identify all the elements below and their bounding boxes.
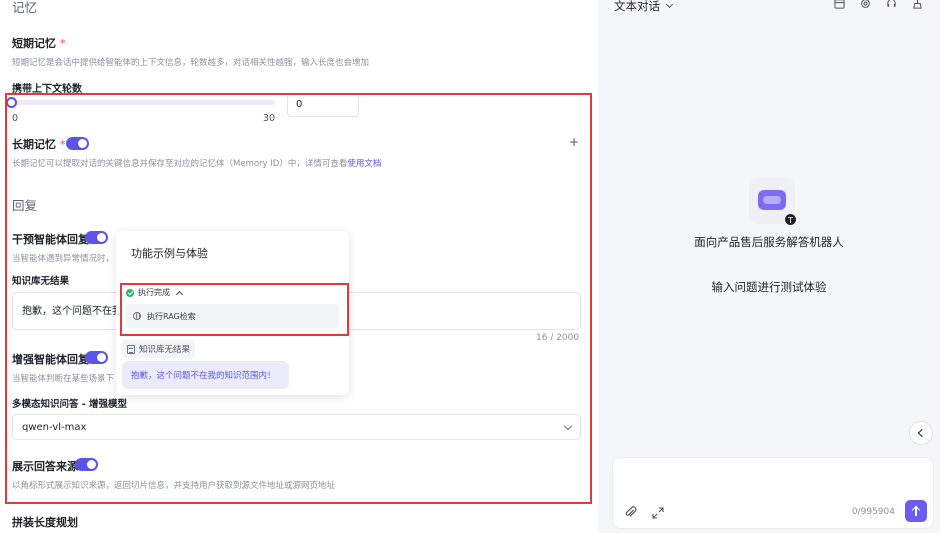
reply-bubble: 抱歉，这个问题不在我的知识范围内！ xyxy=(122,361,289,389)
multimodal-model-value: qwen-vl-max xyxy=(22,422,87,433)
chevron-up-icon xyxy=(175,290,184,298)
context-rounds-label: 携带上下文轮数 xyxy=(12,84,82,95)
broom-icon[interactable] xyxy=(912,0,923,9)
enhance-reply-label: 增强智能体回复 xyxy=(12,353,89,366)
check-circle-icon xyxy=(126,288,134,297)
bot-name: 面向产品售后服务解答机器人 xyxy=(694,235,844,249)
short-term-memory-label-text: 短期记忆 xyxy=(12,37,56,50)
slider-max-label: 30 xyxy=(263,113,276,124)
splice-length-label: 拼装长度规划 xyxy=(12,516,78,529)
short-term-memory-hint: 短期记忆是会话中提供给智能体的上下文信息，轮数越多，对话相关性越强，输入长度也会… xyxy=(12,58,370,68)
multimodal-model-select[interactable]: qwen-vl-max xyxy=(12,414,581,440)
memory-section-title: 记忆 xyxy=(12,0,38,15)
expand-icon[interactable] xyxy=(652,507,664,519)
gear-icon[interactable] xyxy=(860,0,871,9)
kb-no-result-tag: 知识库无结果 xyxy=(122,340,196,358)
long-term-memory-label-text: 长期记忆 xyxy=(12,138,56,151)
intervene-reply-label: 干预智能体回复 xyxy=(12,233,89,246)
chat-preview-panel: 文本对话 T 面向产品售后服务解答机器人 输入问题进行测试体验 0/995904 xyxy=(598,0,940,533)
chat-input[interactable]: 0/995904 xyxy=(612,457,934,529)
chat-mode-label: 文本对话 xyxy=(614,0,660,13)
intervene-reply-hint: 当智能体遇到异常情况时， xyxy=(12,254,115,264)
required-mark: * xyxy=(60,138,66,151)
long-term-memory-toggle[interactable] xyxy=(66,137,89,150)
feature-example-popup: 功能示例与体验 执行完成 执行RAG检索 知识库无结果 抱歉，这个问题不在我的知… xyxy=(116,231,349,395)
reply-section-title: 回复 xyxy=(12,198,38,213)
context-rounds-slider-track[interactable] xyxy=(12,100,275,105)
execution-status[interactable]: 执行完成 xyxy=(126,287,184,298)
chevron-down-icon xyxy=(665,0,674,9)
calendar-icon[interactable] xyxy=(834,0,845,9)
short-term-memory-label: 短期记忆 * xyxy=(12,35,66,51)
add-memory-button[interactable]: + xyxy=(569,135,579,149)
bot-avatar: T xyxy=(749,178,797,226)
kb-no-result-counter: 16 / 2000 xyxy=(536,333,580,343)
avatar-badge: T xyxy=(784,213,797,226)
long-term-memory-hint-text: 长期记忆可以提取对话的关键信息并保存至对应的记忆体（Memory ID）中，详情… xyxy=(12,159,348,169)
show-source-hint: 以角标形式展示知识来源，返回切片信息，并支持用户获取到源文件地址或源网页地址 xyxy=(12,481,336,491)
show-source-toggle[interactable] xyxy=(75,458,98,471)
show-source-label: 展示回答来源 xyxy=(12,460,78,473)
paperclip-icon[interactable] xyxy=(624,506,637,519)
multimodal-model-label: 多模态知识问答 - 增强模型 xyxy=(12,399,128,410)
slider-min-label: 0 xyxy=(12,113,19,124)
long-term-memory-label: 长期记忆 * xyxy=(12,136,66,152)
headset-icon[interactable] xyxy=(886,0,897,9)
globe-icon xyxy=(133,312,141,320)
document-icon xyxy=(127,344,135,354)
collapse-panel-button[interactable] xyxy=(909,421,933,445)
long-term-memory-hint: 长期记忆可以提取对话的关键信息并保存至对应的记忆体（Memory ID）中，详情… xyxy=(12,157,381,169)
chevron-left-icon xyxy=(917,428,927,438)
send-button[interactable] xyxy=(905,500,927,522)
agent-config-panel: 记忆 短期记忆 * 短期记忆是会话中提供给智能体的上下文信息，轮数越多，对话相关性… xyxy=(0,0,598,533)
kb-no-result-tag-text: 知识库无结果 xyxy=(139,345,191,355)
test-prompt: 输入问题进行测试体验 xyxy=(711,280,827,294)
char-count: 0/995904 xyxy=(851,507,895,517)
robot-icon xyxy=(758,190,786,210)
enhance-reply-toggle[interactable] xyxy=(85,351,108,364)
context-rounds-slider-thumb[interactable] xyxy=(6,97,17,108)
execution-status-text: 执行完成 xyxy=(138,288,170,297)
intervene-reply-toggle[interactable] xyxy=(85,231,108,244)
rag-step-text: 执行RAG检索 xyxy=(147,311,196,321)
rag-step-row: 执行RAG检索 xyxy=(126,304,339,328)
enhance-reply-hint: 当智能体判断在某些场景下 xyxy=(12,374,115,384)
chevron-down-icon xyxy=(563,421,573,431)
kb-no-result-label: 知识库无结果 xyxy=(12,276,70,287)
required-mark: * xyxy=(60,37,66,50)
chat-mode-select[interactable]: 文本对话 xyxy=(614,0,674,14)
popup-title: 功能示例与体验 xyxy=(131,247,208,260)
docs-link[interactable]: 使用文档 xyxy=(347,159,381,169)
context-rounds-input[interactable]: 0 xyxy=(287,93,359,117)
